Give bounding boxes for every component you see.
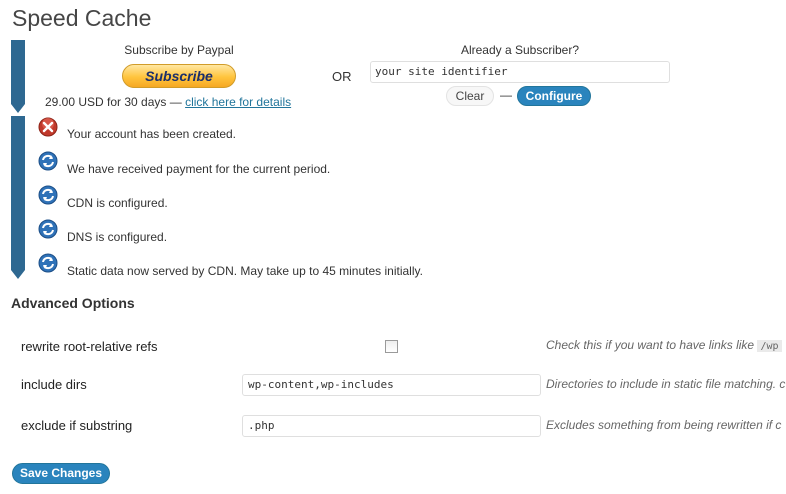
advanced-options-heading: Advanced Options: [11, 295, 135, 311]
exclude-substring-input[interactable]: .php: [242, 415, 541, 437]
save-changes-button[interactable]: Save Changes: [12, 463, 110, 484]
rewrite-root-relative-checkbox[interactable]: [385, 340, 398, 353]
option-label-exclude: exclude if substring: [21, 418, 133, 433]
option-label-include-dirs: include dirs: [21, 377, 87, 392]
step-bar-status: [11, 116, 25, 270]
status-text-static: Static data now served by CDN. May take …: [67, 264, 423, 278]
price-line: 29.00 USD for 30 days — click here for d…: [45, 95, 291, 109]
step-bar-subscribe: [11, 40, 25, 104]
or-separator: OR: [332, 69, 352, 84]
option-label-rewrite: rewrite root-relative refs: [21, 339, 158, 354]
status-text-dns: DNS is configured.: [67, 230, 168, 244]
include-dirs-input[interactable]: wp-content,wp-includes: [242, 374, 541, 396]
status-text-cdn: CDN is configured.: [67, 196, 168, 210]
subscriber-heading: Already a Subscriber?: [460, 43, 580, 57]
step-arrow-status: [11, 270, 25, 279]
option-desc-exclude: Excludes something from being rewritten …: [546, 418, 782, 432]
subscribe-heading: Subscribe by Paypal: [124, 43, 234, 57]
page-title: Speed Cache: [12, 5, 152, 31]
option-desc-rewrite-text: Check this if you want to have links lik…: [546, 338, 755, 352]
option-desc-rewrite-code: /wp: [757, 340, 782, 352]
configure-button[interactable]: Configure: [517, 86, 591, 106]
step-arrow-subscribe: [11, 104, 25, 113]
refresh-icon: [38, 219, 58, 239]
price-text: 29.00 USD for 30 days —: [45, 95, 182, 109]
refresh-icon: [38, 151, 58, 171]
button-separator: —: [500, 88, 512, 102]
clear-button[interactable]: Clear: [446, 86, 494, 106]
paypal-subscribe-button[interactable]: Subscribe: [122, 64, 236, 88]
error-icon: [38, 117, 58, 137]
site-identifier-input[interactable]: your site identifier: [370, 61, 670, 83]
refresh-icon: [38, 253, 58, 273]
status-text-account: Your account has been created.: [67, 127, 237, 141]
option-desc-rewrite: Check this if you want to have links lik…: [546, 338, 786, 352]
status-text-payment: We have received payment for the current…: [67, 162, 331, 176]
refresh-icon: [38, 185, 58, 205]
option-desc-include-dirs: Directories to include in static file ma…: [546, 377, 786, 391]
details-link[interactable]: click here for details: [185, 95, 291, 109]
